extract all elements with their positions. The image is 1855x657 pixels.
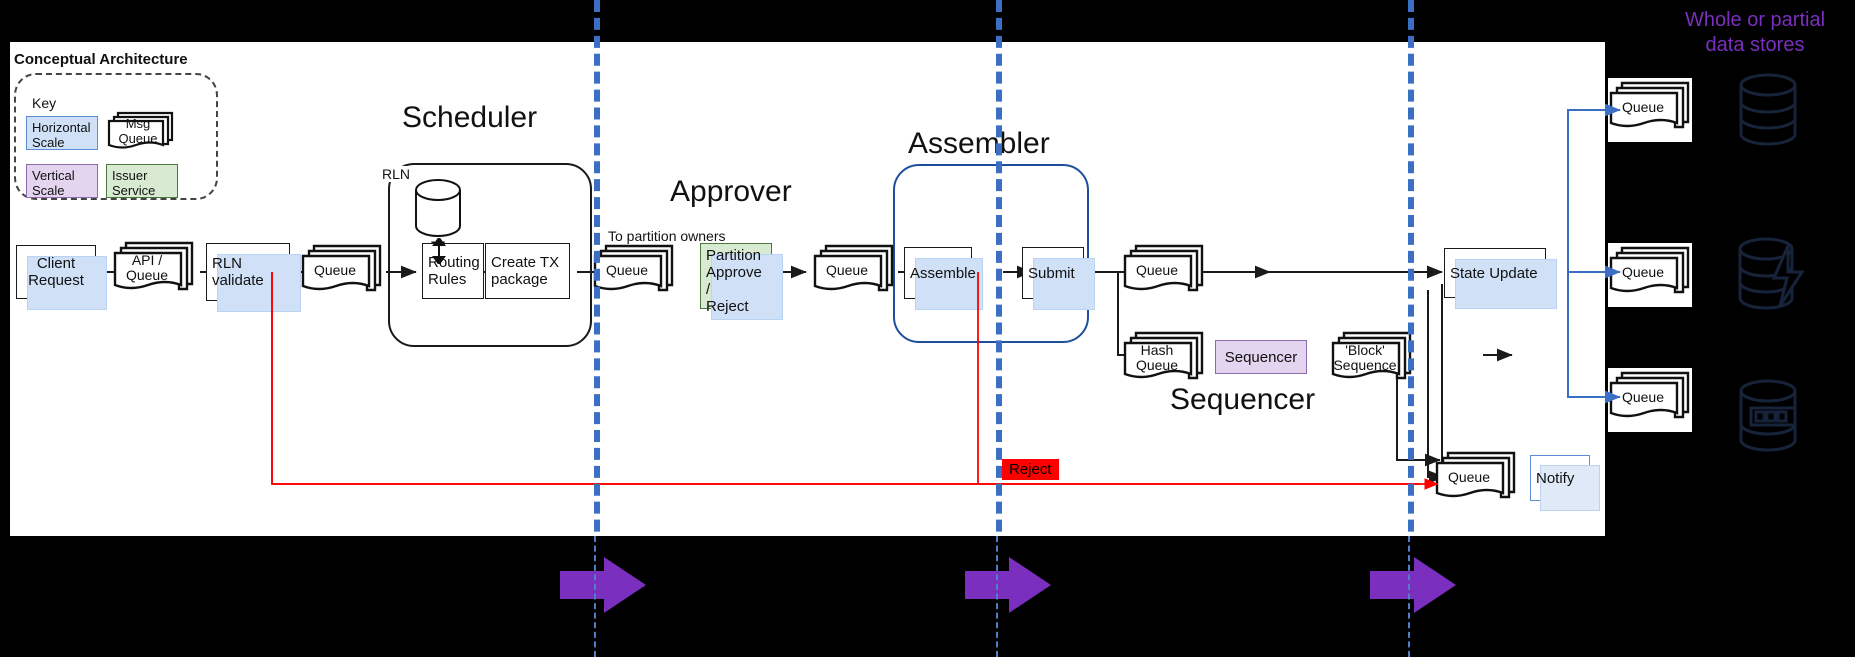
- create-tx-line2: package: [491, 271, 548, 288]
- phase-banner: [0, 536, 1855, 657]
- queue-icon: [1123, 244, 1204, 292]
- node-hash-queue[interactable]: Hash Queue: [1122, 330, 1208, 390]
- node-persist-queue-2[interactable]: Queue: [1608, 245, 1694, 303]
- queue-icon: [301, 244, 382, 292]
- database-lightning-icon: [1738, 237, 1805, 310]
- node-assemble[interactable]: Assemble: [904, 247, 983, 310]
- key-horizontal-scale: Horizontal Scale: [26, 116, 98, 150]
- node-partition-approve-reject[interactable]: Partition Approve / Reject: [700, 243, 783, 320]
- to-partition-owners-label: To partition owners: [608, 228, 726, 244]
- queue-icon: [1331, 331, 1412, 380]
- client-request-line1: Client: [36, 255, 76, 272]
- data-stores-caption-line2: data stores: [1705, 34, 1805, 56]
- node-notify[interactable]: Notify: [1530, 455, 1600, 511]
- key-label: Key: [32, 95, 57, 111]
- queue-icon: [593, 244, 674, 292]
- node-queue-partition[interactable]: Queue: [592, 243, 678, 301]
- routing-rules-datastore-link-icon: [432, 238, 446, 264]
- phase-arrow-3-icon: [1370, 557, 1456, 613]
- key-issuer-line1: Issuer: [112, 168, 148, 183]
- scheduler-title: Scheduler: [402, 101, 538, 134]
- queue-icon: [1609, 246, 1690, 294]
- approver-title: Approver: [670, 175, 792, 208]
- database-cylinder-icon: [1739, 73, 1797, 146]
- queue-icon: [1435, 451, 1516, 499]
- key-vertical-scale: Vertical Scale: [26, 164, 98, 198]
- node-block-sequence[interactable]: 'Block' Sequence: [1330, 330, 1416, 390]
- diagram-canvas: Conceptual Architecture Key Horizontal S…: [0, 0, 1855, 657]
- database-chip-icon: [1739, 379, 1797, 452]
- partition-approve-line3: Reject: [706, 298, 749, 315]
- node-queue-notify[interactable]: Queue: [1434, 450, 1520, 508]
- msg-queue-icon: [107, 111, 174, 149]
- node-persist-queue-3[interactable]: Queue: [1608, 370, 1694, 428]
- banner-divider-2: [996, 536, 998, 657]
- banner-divider-3: [1408, 536, 1410, 657]
- assemble-label: Assemble: [910, 264, 976, 282]
- create-tx-line1: Create TX: [491, 254, 560, 271]
- sequencer-label: Sequencer: [1224, 348, 1298, 366]
- key-vertical-scale-line2: Scale: [32, 183, 65, 198]
- rln-validate-line1: RLN: [212, 255, 243, 272]
- node-state-update[interactable]: State Update: [1444, 248, 1557, 309]
- queue-icon: [813, 244, 894, 292]
- node-persist-queue-1[interactable]: Queue: [1608, 80, 1694, 138]
- phase-arrow-1-icon: [560, 557, 646, 613]
- key-issuer-service: Issuer Service: [106, 164, 178, 198]
- queue-icon: [1609, 371, 1690, 419]
- node-sequencer[interactable]: Sequencer: [1215, 340, 1307, 374]
- scheduler-tag: RLN: [380, 166, 413, 182]
- node-rln-validate[interactable]: RLN validate: [206, 243, 301, 312]
- data-stores-caption-line1: Whole or partial: [1684, 9, 1826, 31]
- node-submit[interactable]: Submit: [1022, 247, 1095, 310]
- state-update-label: State Update: [1450, 264, 1538, 282]
- key-horizontal-scale-line2: Scale: [32, 135, 65, 150]
- partition-approve-line2: Approve /: [706, 264, 762, 298]
- partition-approve-line1: Partition: [706, 247, 762, 264]
- queue-icon: [1123, 331, 1204, 380]
- key-horizontal-scale-line1: Horizontal: [32, 120, 91, 135]
- submit-label: Submit: [1028, 264, 1075, 282]
- node-queue-order[interactable]: Queue: [1122, 243, 1208, 301]
- banner-divider-1: [594, 536, 596, 657]
- node-create-tx-package[interactable]: Create TX package: [485, 243, 570, 299]
- node-client-request[interactable]: Client Request: [16, 245, 107, 310]
- queue-icon: [1609, 81, 1690, 129]
- queue-icon: [113, 241, 194, 291]
- client-request-line2: Request: [28, 272, 84, 289]
- node-queue-propose[interactable]: Queue: [300, 243, 386, 301]
- data-stores-caption: Whole or partial data stores: [1660, 8, 1850, 58]
- key-vertical-scale-line1: Vertical: [32, 168, 75, 183]
- rln-validate-line2: validate: [212, 272, 264, 289]
- node-api-queue[interactable]: API / Queue: [112, 240, 198, 302]
- reject-badge: Reject: [1002, 459, 1059, 480]
- routing-rules-line2: Rules: [428, 271, 467, 288]
- phase-arrow-2-icon: [965, 557, 1051, 613]
- assembler-title: Assembler: [908, 127, 1050, 160]
- page-title: Conceptual Architecture: [14, 51, 188, 68]
- node-queue-assemble[interactable]: Queue: [812, 243, 898, 301]
- key-msg-queue: Msg Queue: [106, 110, 178, 152]
- sequencer-title: Sequencer: [1170, 383, 1316, 416]
- notify-label: Notify: [1536, 469, 1575, 487]
- key-issuer-line2: Service: [112, 183, 156, 198]
